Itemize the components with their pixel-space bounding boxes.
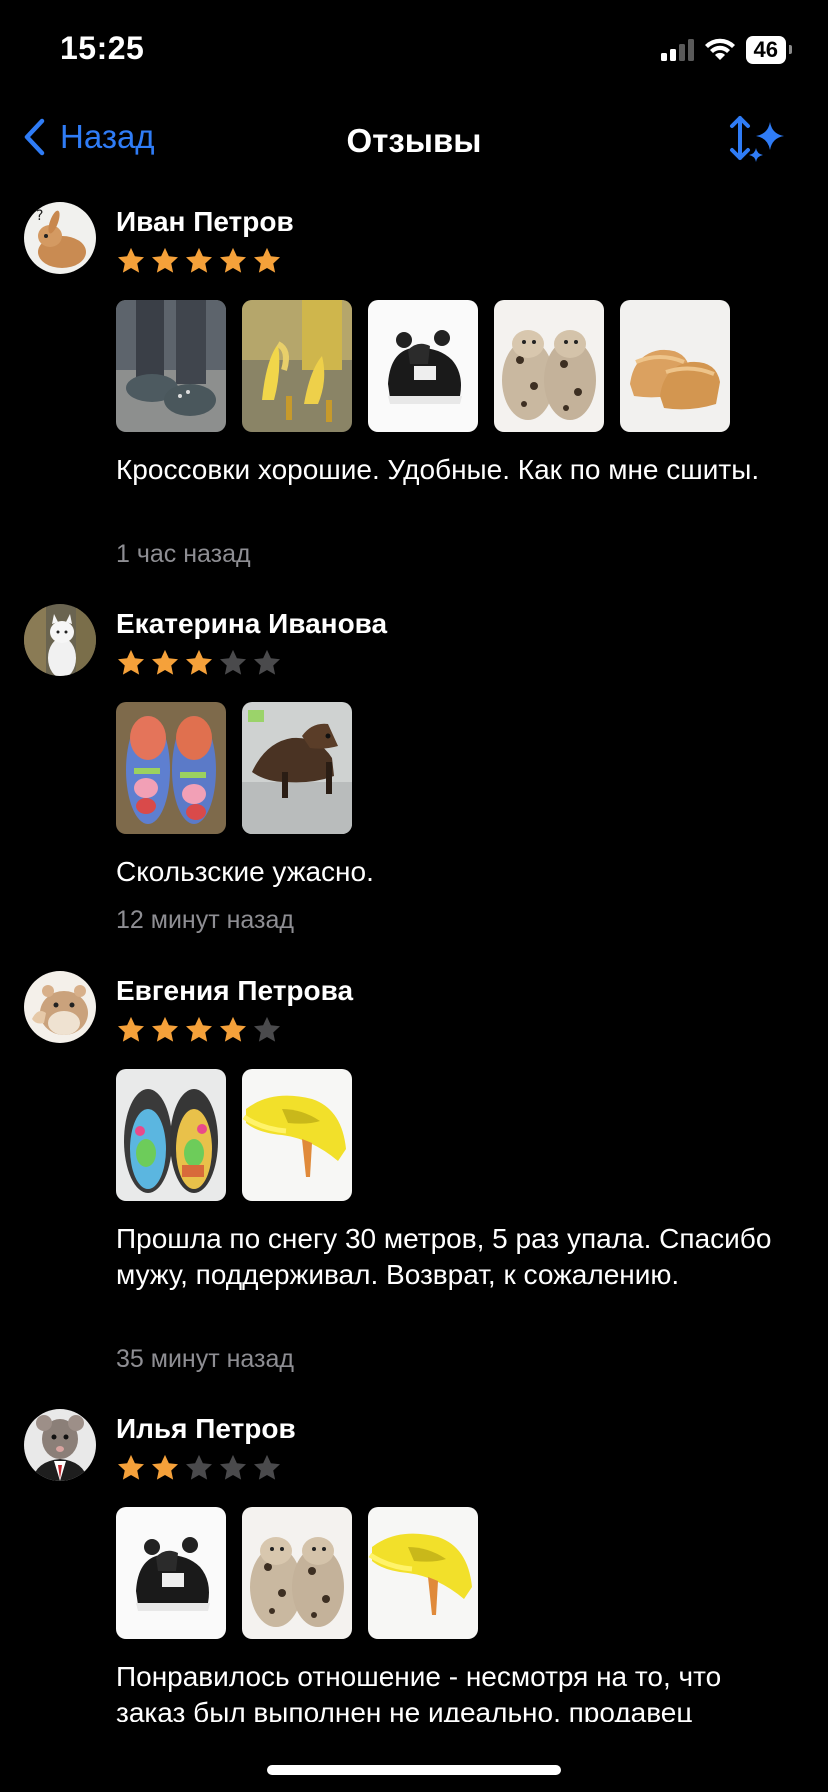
star-rating (116, 1015, 282, 1045)
star-empty-icon (220, 1454, 246, 1480)
avatar[interactable]: ? (24, 202, 96, 274)
star-empty-icon (220, 649, 246, 675)
reviewer-name: Евгения Петрова (116, 975, 354, 1006)
banana-heels-image (242, 300, 352, 432)
navigation-bar: Назад Отзывы (0, 100, 828, 184)
review-photos (116, 1507, 478, 1639)
avatar[interactable] (24, 971, 96, 1043)
status-time: 15:25 (60, 30, 145, 66)
dino-feet-boots-image (116, 300, 226, 432)
star-filled-icon (118, 649, 144, 675)
review-time: 35 минут назад (116, 1345, 294, 1373)
star-empty-icon (254, 1016, 280, 1042)
star-filled-icon (186, 247, 212, 273)
review-photo[interactable] (242, 300, 352, 432)
sort-sparkle-icon (730, 116, 784, 162)
star-empty-icon (254, 649, 280, 675)
review-text: Понравилось отношение - несмотря на то, … (116, 1661, 722, 1728)
star-filled-icon (152, 1016, 178, 1042)
cat-avatar-icon (24, 604, 96, 676)
star-filled-icon (152, 649, 178, 675)
star-filled-icon (254, 247, 280, 273)
star-rating (116, 648, 282, 678)
rat-in-suit-avatar-icon (24, 1409, 96, 1481)
star-filled-icon (118, 1454, 144, 1480)
star-filled-icon (220, 1016, 246, 1042)
leopard-slippers-image (494, 300, 604, 432)
review-photos (116, 300, 730, 432)
star-filled-icon (186, 1016, 212, 1042)
black-white-sneakers-image (116, 1507, 226, 1639)
review-photo[interactable] (368, 300, 478, 432)
status-bar: 15:25 46 (0, 0, 828, 100)
black-white-sneakers-image (368, 300, 478, 432)
status-icons: 46 (660, 36, 793, 64)
review-text: Прошла по снегу 30 метров, 5 раз упала. … (116, 1223, 772, 1290)
review-photos (116, 702, 352, 834)
review-text: Скользские ужасно. (116, 856, 374, 887)
review-text: Кроссовки хорошие. Удобные. Как по мне с… (116, 454, 760, 485)
avatar[interactable] (24, 604, 96, 676)
painted-slip-ons-image (116, 1069, 226, 1201)
rabbit-avatar-icon: ? (24, 202, 96, 274)
battery-indicator: 46 (745, 36, 793, 64)
reviewer-name: Илья Петров (116, 1413, 296, 1444)
review-photo[interactable] (242, 702, 352, 834)
reviewer-name: Иван Петров (116, 206, 294, 237)
review-photo[interactable] (620, 300, 730, 432)
star-empty-icon (186, 1454, 212, 1480)
star-filled-icon (152, 1454, 178, 1480)
star-filled-icon (118, 1016, 144, 1042)
star-filled-icon (152, 247, 178, 273)
star-filled-icon (220, 247, 246, 273)
home-indicator[interactable] (267, 1765, 561, 1775)
bottom-area (0, 1722, 828, 1792)
review-photo[interactable] (368, 1507, 478, 1639)
review-photos (116, 1069, 352, 1201)
avatar[interactable] (24, 1409, 96, 1481)
horse-head-heels-image (242, 702, 352, 834)
review-photo[interactable] (494, 300, 604, 432)
star-rating (116, 1453, 282, 1483)
cellular-signal-icon (660, 39, 694, 61)
fluffy-slippers-image (620, 300, 730, 432)
reviewer-name: Екатерина Иванова (116, 608, 388, 639)
review-photo[interactable] (116, 1069, 226, 1201)
leopard-slippers-image (242, 1507, 352, 1639)
star-rating (116, 246, 282, 276)
peppa-pig-slip-ons-image (116, 702, 226, 834)
review-time: 12 минут назад (116, 906, 294, 934)
sort-button[interactable] (726, 114, 788, 169)
review-photo[interactable] (116, 300, 226, 432)
hamster-avatar-icon (24, 971, 96, 1043)
yellow-fluffy-heels-image (242, 1069, 352, 1201)
svg-text:?: ? (36, 208, 43, 224)
yellow-fluffy-heels-image (368, 1507, 478, 1639)
star-empty-icon (254, 1454, 280, 1480)
review-photo[interactable] (242, 1507, 352, 1639)
review-photo[interactable] (116, 1507, 226, 1639)
star-filled-icon (186, 649, 212, 675)
review-time: 1 час назад (116, 540, 251, 568)
wifi-icon (704, 38, 735, 60)
star-filled-icon (118, 247, 144, 273)
page-title: Отзывы (346, 122, 482, 159)
review-photo[interactable] (242, 1069, 352, 1201)
review-photo[interactable] (116, 702, 226, 834)
